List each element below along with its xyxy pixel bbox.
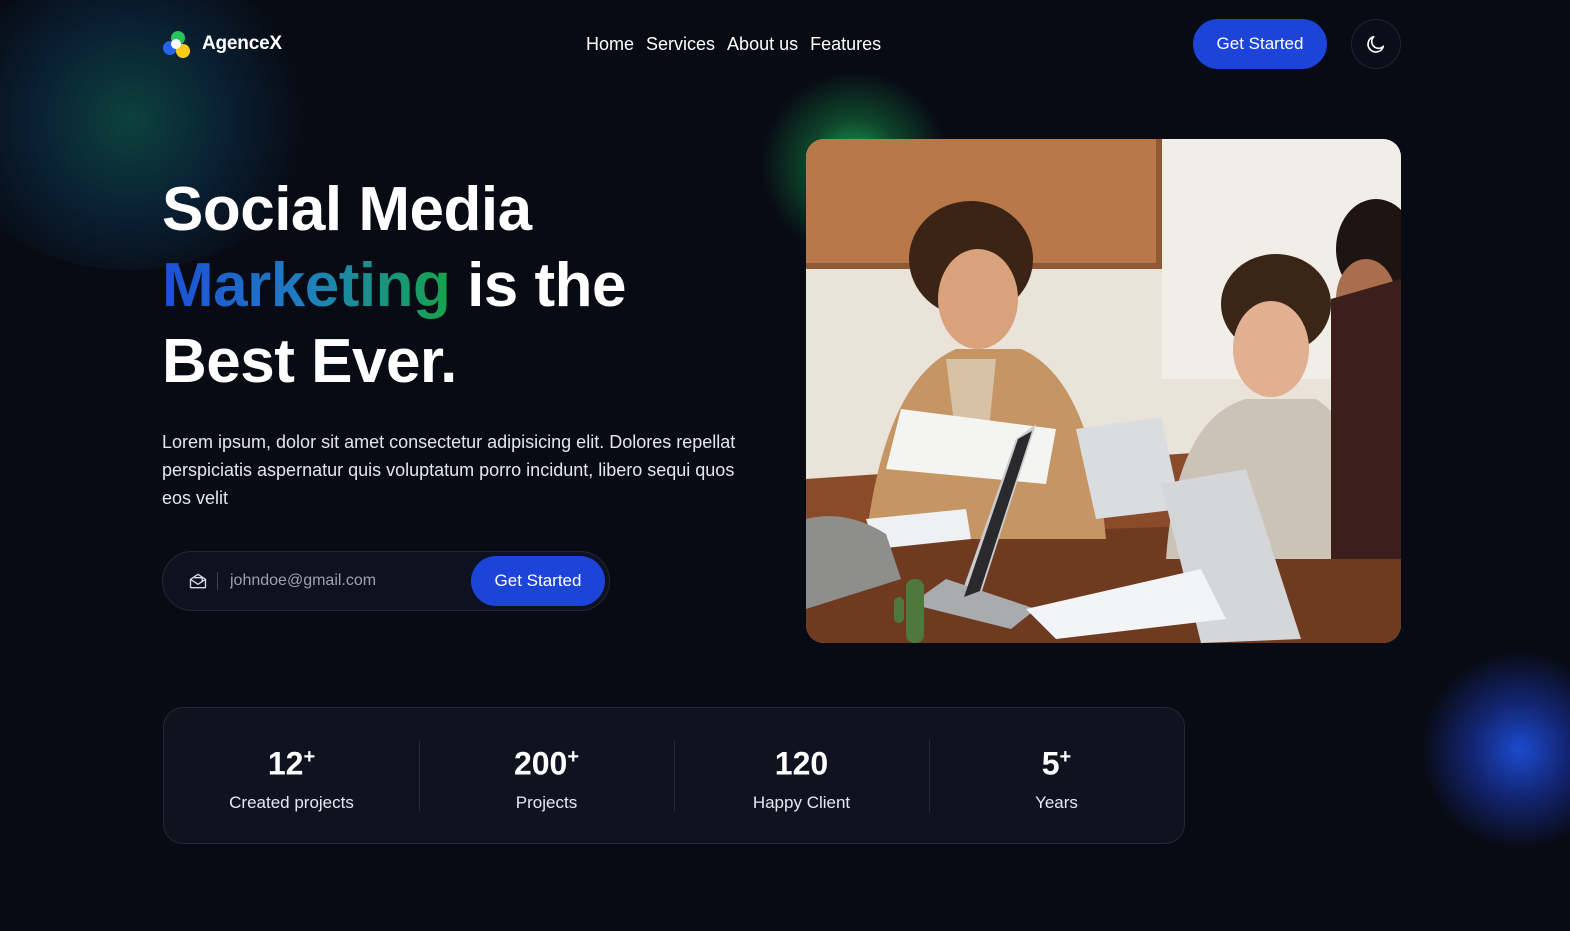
stat-projects: 200+ Projects — [419, 708, 674, 843]
stat-value: 200+ — [513, 745, 580, 782]
hero-title-line2: is the — [467, 251, 627, 320]
background-glow-blue — [1420, 650, 1570, 850]
team-meeting-photo — [806, 139, 1401, 643]
header-get-started-button[interactable]: Get Started — [1193, 19, 1327, 69]
stat-value: 5+ — [1041, 745, 1072, 782]
moon-icon — [1367, 35, 1385, 53]
nav-item-home[interactable]: Home — [586, 31, 634, 57]
logo-mark-icon — [162, 29, 192, 59]
stats-panel: 12+ Created projects 200+ Projects 120 H… — [163, 707, 1185, 844]
stat-created-projects: 12+ Created projects — [164, 708, 419, 843]
input-divider — [217, 572, 218, 590]
stat-value: 120 — [774, 745, 829, 782]
brand-name: AgenceX — [202, 33, 282, 54]
stat-years: 5+ Years — [929, 708, 1184, 843]
nav-item-about-us[interactable]: About us — [727, 31, 798, 57]
hero-description: Lorem ipsum, dolor sit amet consectetur … — [162, 432, 736, 508]
hero-title-highlight: Marketing — [162, 251, 451, 320]
email-signup-form: Get Started — [162, 551, 610, 611]
hero-title-line3: Best Ever. — [162, 327, 457, 396]
stat-label: Happy Client — [752, 792, 851, 812]
nav-item-features[interactable]: Features — [810, 31, 881, 57]
main-nav: Home Services About us Features — [586, 31, 881, 57]
hero-title: Social Media Marketing is the Best Ever. — [162, 172, 782, 400]
stat-label: Projects — [515, 792, 578, 812]
hero-get-started-button[interactable]: Get Started — [471, 556, 605, 606]
brand-logo[interactable]: AgenceX — [162, 28, 282, 60]
stat-label: Years — [1035, 792, 1078, 812]
hero-title-line1: Social Media — [162, 175, 532, 244]
stat-happy-client: 120 Happy Client — [674, 708, 929, 843]
theme-toggle-button[interactable] — [1351, 19, 1401, 69]
email-input[interactable] — [230, 561, 460, 601]
stat-label: Created projects — [229, 792, 354, 812]
stat-value: 12+ — [267, 745, 316, 782]
mail-open-icon — [187, 570, 209, 592]
nav-item-services[interactable]: Services — [646, 31, 715, 57]
